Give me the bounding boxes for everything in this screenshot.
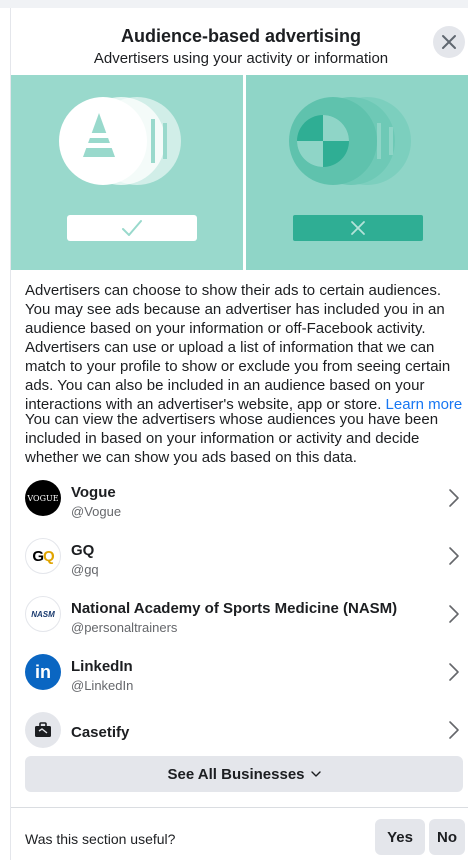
background-strip (0, 0, 468, 8)
close-button[interactable] (433, 26, 465, 58)
chevron-right-icon (449, 605, 459, 623)
business-item-gq[interactable]: GQ GQ @gq (11, 528, 468, 584)
chevron-right-icon (449, 663, 459, 681)
no-button[interactable]: No (429, 819, 465, 855)
hero-illustration (11, 75, 468, 270)
business-handle: @personaltrainers (71, 620, 178, 635)
chevron-down-icon (310, 771, 321, 777)
business-name: Casetify (71, 724, 130, 741)
avatar: NASM (25, 596, 61, 632)
business-item-casetify[interactable]: Casetify (11, 702, 468, 758)
business-handle: @LinkedIn (71, 678, 134, 693)
business-name: Vogue (71, 484, 116, 501)
business-name: GQ (71, 542, 95, 559)
feedback-question: Was this section useful? (25, 831, 176, 847)
business-item-vogue[interactable]: VOGUE Vogue @Vogue (11, 470, 468, 526)
yes-button[interactable]: Yes (375, 819, 425, 855)
close-icon (442, 35, 456, 49)
chevron-right-icon (449, 547, 459, 565)
explanation-paragraph: Advertisers can choose to show their ads… (25, 281, 465, 414)
business-name: LinkedIn (71, 658, 133, 675)
avatar: VOGUE (25, 480, 61, 516)
avatar: in (25, 654, 61, 690)
panel-subtitle: Advertisers using your activity or infor… (93, 50, 389, 67)
chevron-right-icon (449, 721, 459, 739)
included-illustration (59, 97, 197, 241)
explanation-text: Advertisers can choose to show their ads… (25, 282, 451, 413)
chevron-right-icon (449, 489, 459, 507)
business-item-nasm[interactable]: NASM National Academy of Sports Medicine… (11, 586, 468, 642)
panel-title: Audience-based advertising (120, 26, 362, 46)
audience-advertising-panel: Audience-based advertising Advertisers u… (10, 8, 468, 860)
business-handle: @gq (71, 562, 99, 577)
business-handle: @Vogue (71, 504, 122, 519)
business-item-linkedin[interactable]: in LinkedIn @LinkedIn (11, 644, 468, 700)
footer-divider (11, 807, 468, 808)
see-all-businesses-button[interactable]: See All Businesses (25, 756, 463, 792)
audience-info-paragraph: You can view the advertisers whose audie… (25, 411, 439, 466)
avatar: GQ (25, 538, 61, 574)
avatar (25, 712, 61, 748)
briefcase-icon (35, 722, 51, 737)
hero-graphic (59, 97, 423, 241)
business-name: National Academy of Sports Medicine (NAS… (71, 600, 398, 617)
see-all-label: See All Businesses (167, 765, 305, 783)
excluded-illustration (289, 97, 423, 241)
panel-header: Audience-based advertising Advertisers u… (11, 8, 468, 74)
